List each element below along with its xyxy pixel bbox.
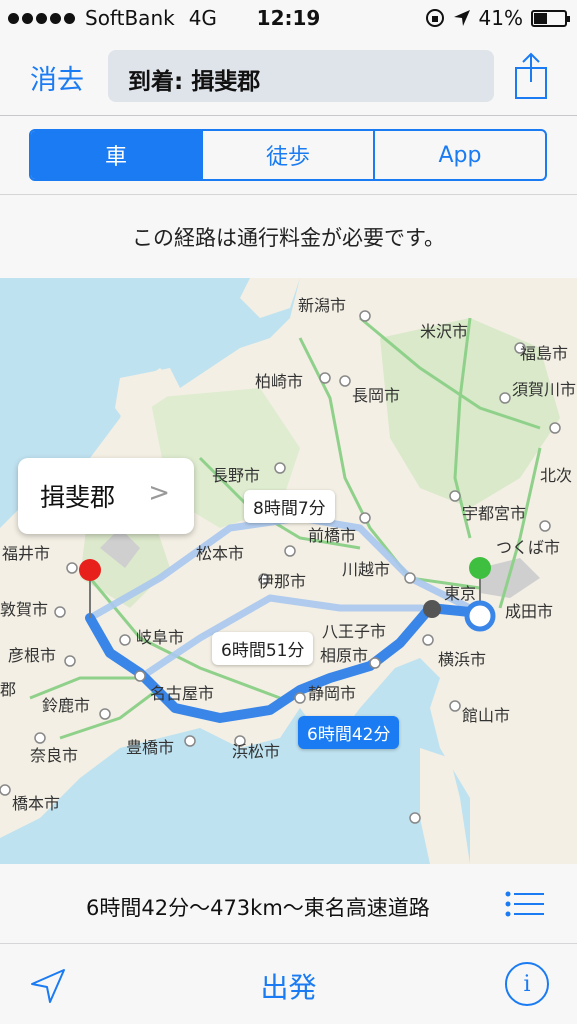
map-label-maebashi: 前橋市	[308, 526, 357, 545]
map-label-nagoya: 名古屋市	[150, 684, 215, 703]
map-label-nagano: 長野市	[212, 466, 261, 485]
map-label-shizuoka: 静岡市	[308, 684, 357, 703]
segment-app[interactable]: App	[375, 131, 545, 179]
map-label-suzuka: 鈴鹿市	[42, 696, 91, 715]
map-label-utsunomiya: 宇都宮市	[462, 504, 527, 523]
chevron-right-icon: >	[148, 478, 170, 508]
map-label-gifu: 岐阜市	[136, 628, 185, 647]
map-label-matsumoto: 松本市	[196, 544, 245, 563]
route-time-alt1[interactable]: 8時間7分	[244, 490, 335, 523]
battery-icon	[531, 9, 570, 27]
map-label-hikone: 彦根市	[8, 646, 57, 665]
toll-notice: この経路は通行料金が必要です。	[0, 196, 577, 278]
transport-mode-segmented-control: 車 徒歩 App	[29, 129, 547, 181]
map-label-kawagoe: 川越市	[342, 560, 391, 579]
route-time-alt2[interactable]: 6時間51分	[212, 632, 314, 665]
map-label-hamamatsu: 浜松市	[232, 742, 281, 761]
route-time-selected[interactable]: 6時間42分	[298, 716, 400, 749]
map-label-sagamihara: 相原市	[320, 646, 369, 665]
map-label-tokyo: 東京	[444, 584, 477, 603]
route-summary-bar[interactable]: 6時間42分〜473km〜東名高速道路	[0, 864, 577, 944]
map-view[interactable]: 新潟市 米沢市 福島市 柏崎市 長岡市 須賀川市 北次 長野市 宇都宮市 つくば…	[0, 278, 577, 864]
battery-percent: 41%	[478, 6, 523, 30]
map-label-yonezawa: 米沢市	[420, 322, 469, 341]
map-label-partial: 郡	[0, 680, 17, 699]
rotation-lock-icon	[425, 9, 444, 27]
map-label-yokohama: 横浜市	[438, 650, 487, 669]
route-summary-text: 6時間42分〜473km〜東名高速道路	[86, 896, 430, 920]
destination-field[interactable]: 到着: 揖斐郡	[108, 50, 494, 102]
map-label-narita: 成田市	[505, 602, 554, 621]
bottom-toolbar: 出発 i	[0, 944, 577, 1024]
map-label-ina: 伊那市	[258, 572, 307, 591]
transport-mode-bar: 車 徒歩 App	[0, 117, 577, 195]
map-label-sukagawa: 須賀川市	[512, 380, 577, 399]
map-label-nagaoka: 長岡市	[352, 386, 401, 405]
segment-car[interactable]: 車	[31, 131, 203, 179]
map-label-kitaku: 北次	[540, 466, 573, 485]
destination-callout[interactable]: 揖斐郡 >	[18, 458, 194, 534]
location-arrow-icon	[453, 10, 470, 26]
map-label-tateyama: 館山市	[462, 706, 511, 725]
map-label-toyohashi: 豊橋市	[126, 738, 175, 757]
map-label-fukui: 福井市	[2, 544, 51, 563]
map-label-kashiwazaki: 柏崎市	[255, 372, 304, 391]
map-label-hashimoto: 橋本市	[12, 794, 61, 813]
map-label-nara: 奈良市	[30, 746, 79, 765]
share-icon[interactable]	[513, 52, 549, 100]
maps-directions-screen: SoftBank 4G 12:19 41% 消去 到着: 揖斐郡 車 徒歩 Ap…	[0, 0, 577, 1024]
map-label-tsukuba: つくば市	[496, 538, 561, 557]
map-label-niigata: 新潟市	[298, 296, 347, 315]
status-bar: SoftBank 4G 12:19 41%	[0, 0, 577, 38]
destination-text: 到着: 揖斐郡	[128, 69, 261, 95]
info-button[interactable]: i	[505, 962, 549, 1006]
map-label-fukushima: 福島市	[520, 344, 569, 363]
start-button[interactable]: 出発	[0, 966, 577, 1006]
callout-title: 揖斐郡	[40, 483, 116, 512]
map-label-tsuruga: 敦賀市	[0, 600, 49, 619]
navigation-bar: 消去 到着: 揖斐郡	[0, 38, 577, 116]
map-label-hachioji: 八王子市	[322, 622, 387, 641]
cancel-button[interactable]: 消去	[30, 58, 84, 97]
list-icon[interactable]	[505, 890, 545, 918]
segment-walk[interactable]: 徒歩	[203, 131, 375, 179]
